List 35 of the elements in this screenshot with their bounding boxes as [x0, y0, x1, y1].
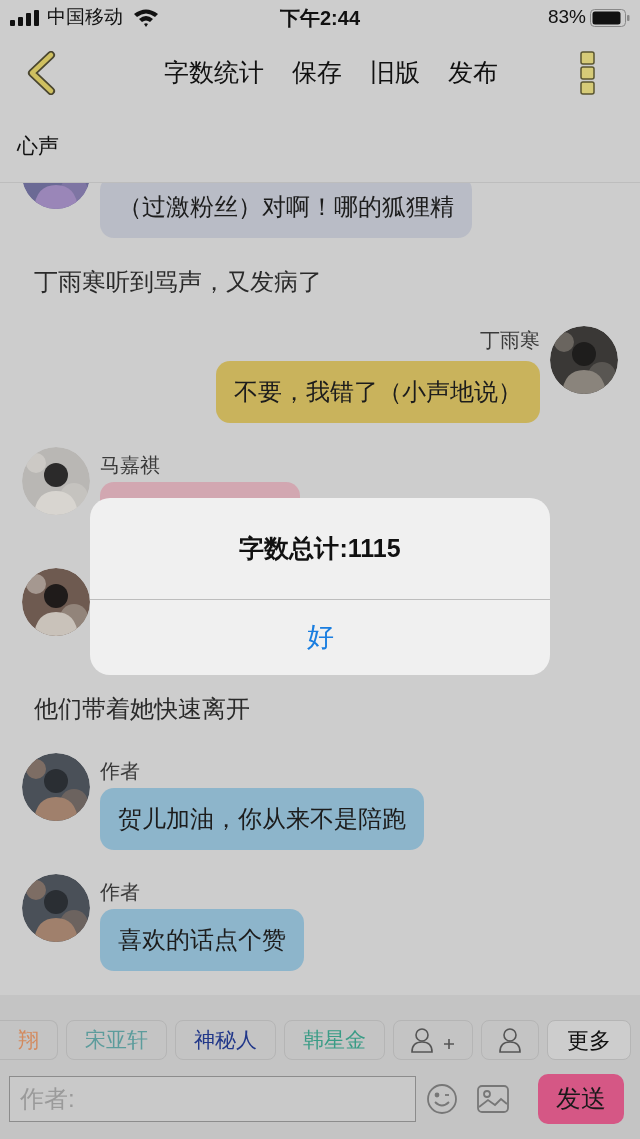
add-person-icon [410, 1027, 456, 1053]
more-menu-button[interactable] [580, 50, 596, 95]
nav-action[interactable]: 保存 [292, 53, 342, 92]
role-button[interactable] [481, 1020, 539, 1060]
image-icon[interactable] [477, 1085, 509, 1113]
battery-text: 83% [547, 5, 586, 30]
send-button[interactable]: 发送 [538, 1074, 624, 1124]
message-bubble: 贺儿加油，你从来不是陪跑 [100, 788, 424, 850]
battery-icon [590, 8, 630, 27]
sender-name: 丁雨寒 [480, 328, 540, 353]
sender-name: 马嘉祺 [100, 452, 160, 478]
wifi-icon [133, 8, 159, 27]
back-icon [26, 50, 56, 95]
person-icon [498, 1027, 522, 1053]
more-button[interactable]: 更多 [547, 1020, 631, 1060]
nav-action[interactable]: 发布 [448, 53, 498, 92]
message-bubble: （过激粉丝）对啊！哪的狐狸精 [100, 183, 472, 238]
add-role-button[interactable] [393, 1020, 473, 1060]
message-bubble: 喜欢的话点个赞 [100, 909, 304, 971]
time-text: 下午2:44 [280, 5, 360, 31]
alert-title: 字数总计:1115 [239, 532, 401, 564]
narration-text: 丁雨寒听到骂声，又发病了 [33, 267, 323, 297]
sender-name: 作者 [100, 758, 140, 784]
nav-action[interactable]: 字数统计 [164, 53, 264, 92]
menu-icon [580, 50, 596, 95]
alert-ok-button[interactable]: 好 [90, 600, 550, 675]
signal-icon [10, 9, 40, 26]
narration-text: 他们带着她快速离开 [33, 694, 251, 724]
sender-name: 作者 [100, 879, 140, 905]
section-title: 心声 [17, 133, 59, 160]
role-chip[interactable]: 神秘人 [175, 1020, 276, 1060]
carrier-text: 中国移动 [47, 5, 123, 30]
emoji-icon[interactable] [426, 1083, 458, 1115]
message-bubble: 不要，我错了（小声地说） [216, 361, 540, 423]
nav-action[interactable]: 旧版 [370, 53, 420, 92]
